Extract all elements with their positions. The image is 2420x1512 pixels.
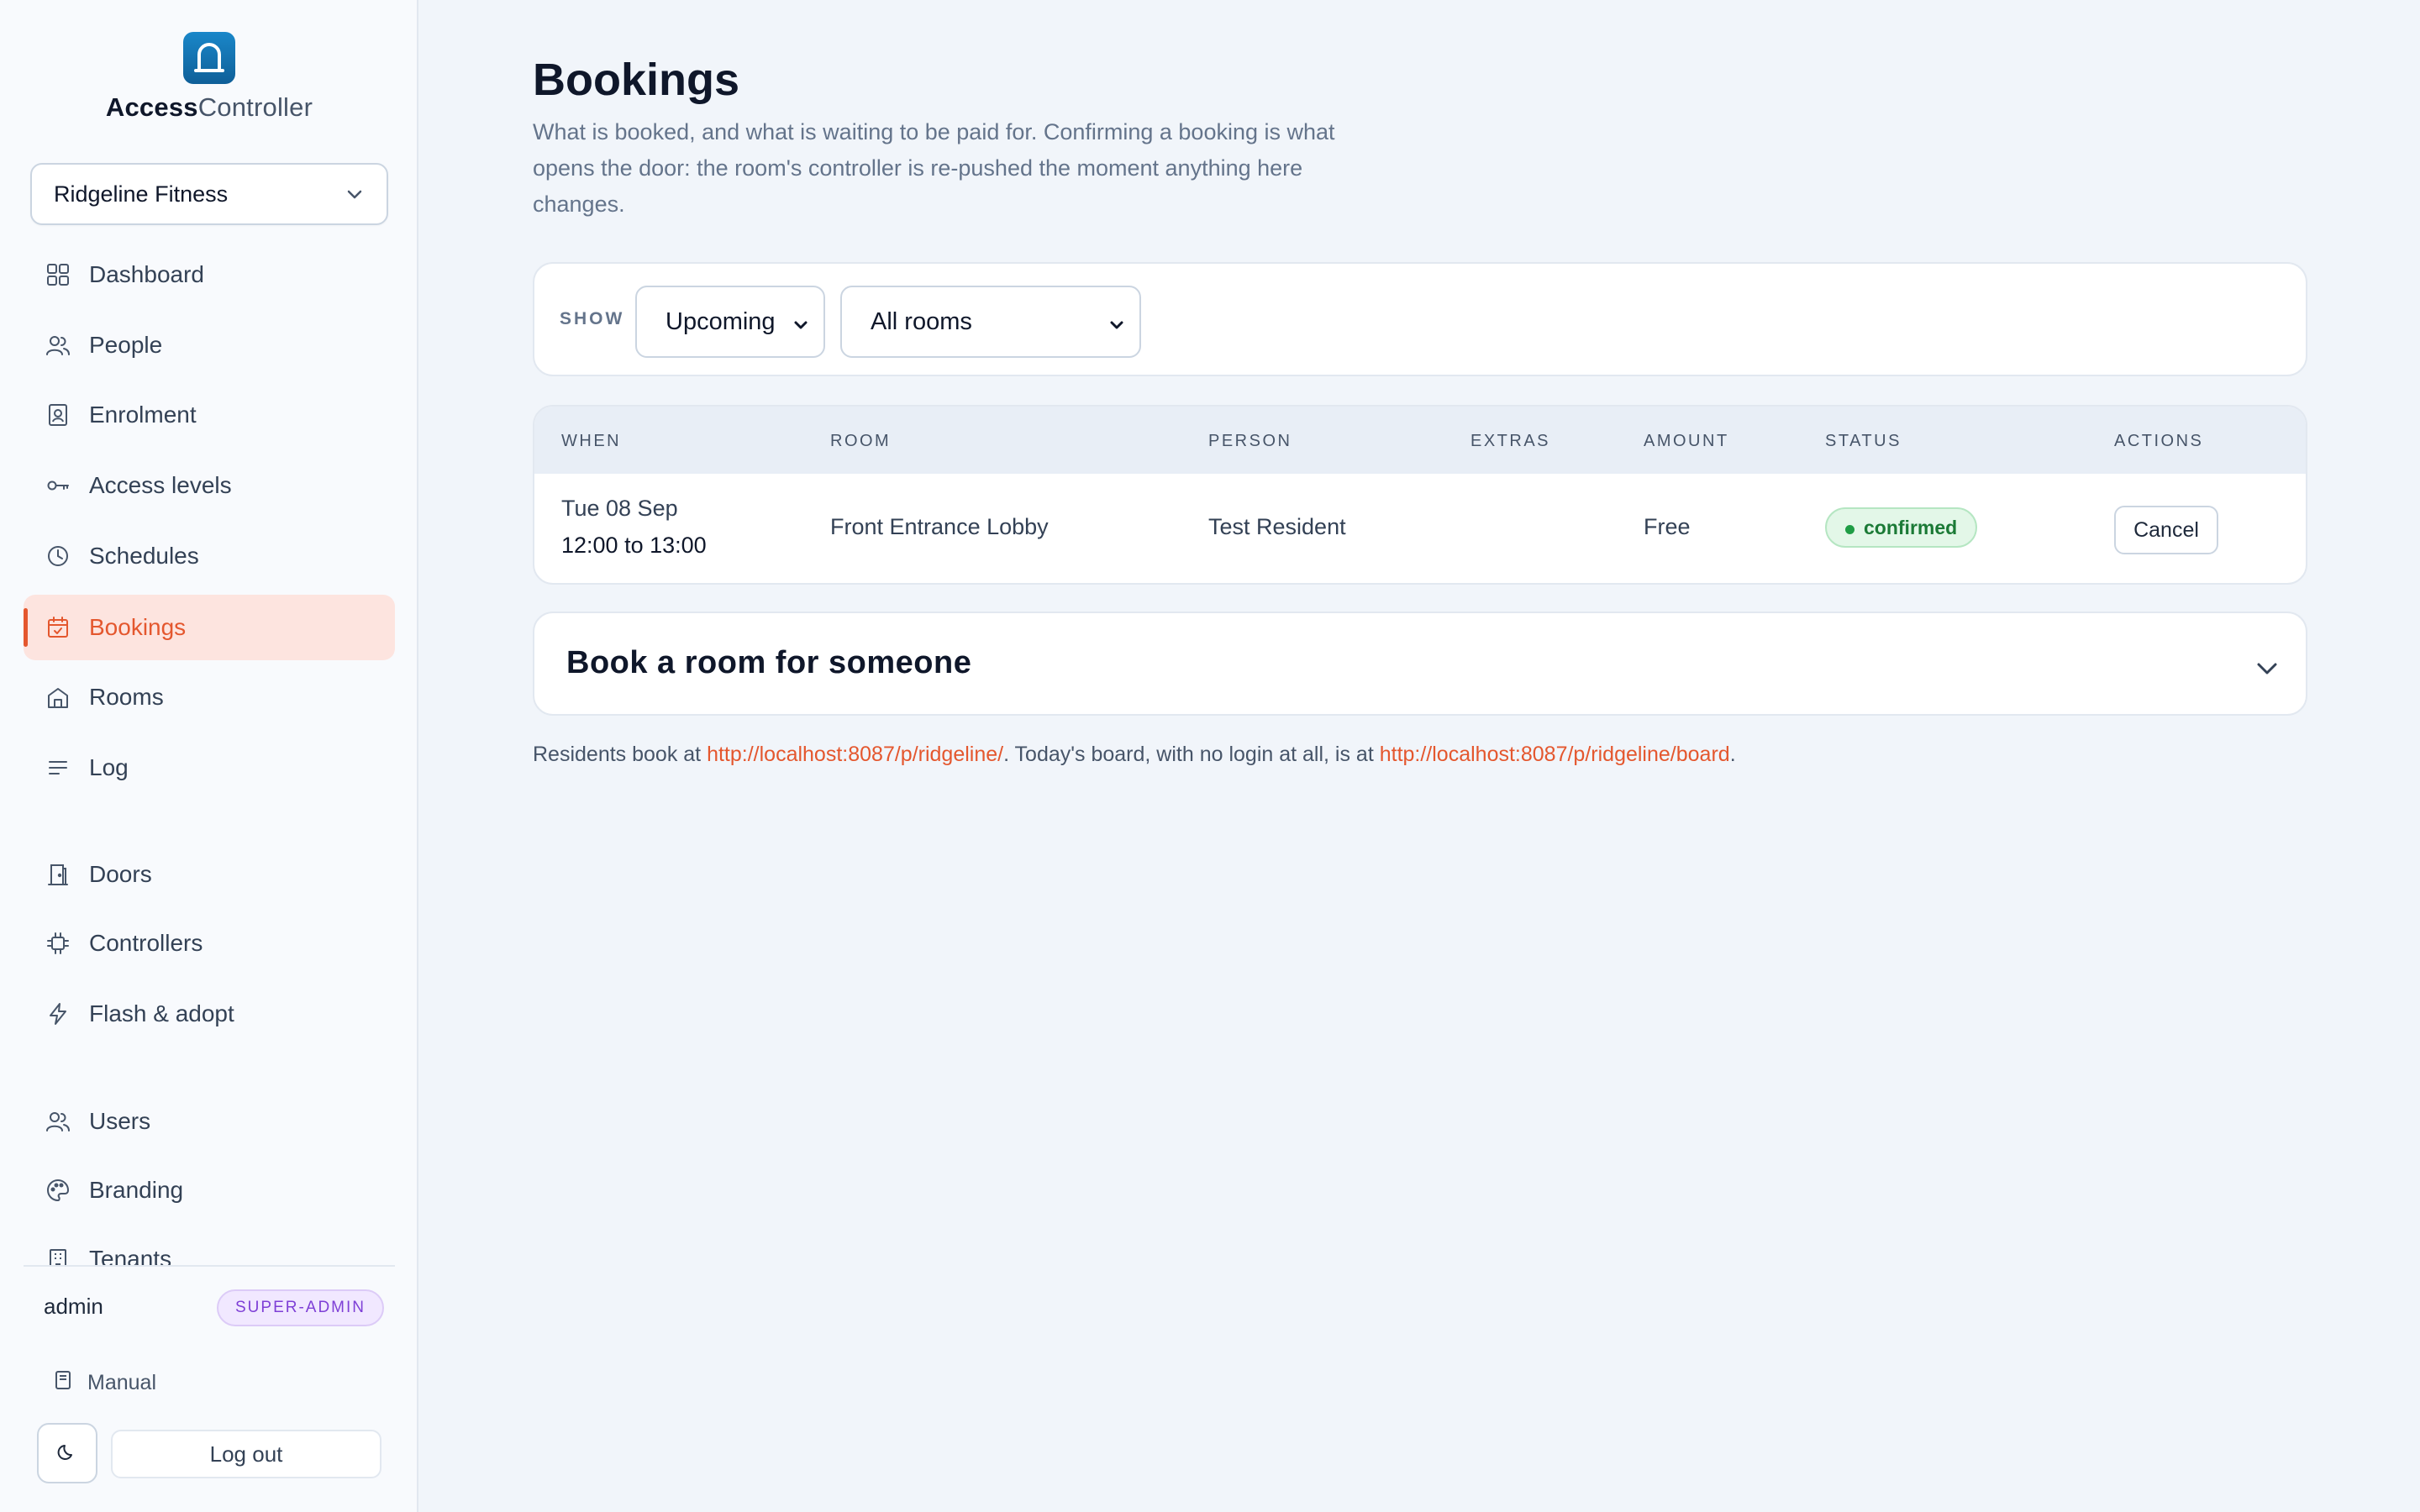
column-header-when: WHEN xyxy=(561,432,622,450)
sidebar-item-label: Enrolment xyxy=(89,402,197,428)
sidebar-item-label: People xyxy=(89,332,163,358)
chevron-down-icon xyxy=(792,313,810,341)
logout-button[interactable]: Log out xyxy=(111,1430,381,1478)
sidebar-item-log[interactable]: Log xyxy=(24,735,395,801)
sidebar-item-label: Log xyxy=(89,754,129,780)
period-select[interactable]: Upcoming xyxy=(635,286,825,358)
sidebar-item-label: Doors xyxy=(89,861,152,887)
key-icon xyxy=(44,471,72,500)
booking-time: 12:00 to 13:00 xyxy=(561,533,707,558)
id-card-icon xyxy=(44,401,72,429)
divider xyxy=(24,1265,395,1267)
sidebar-item-flash-adopt[interactable]: Flash & adopt xyxy=(24,981,395,1047)
tenant-select-value: Ridgeline Fitness xyxy=(54,181,229,207)
brand-name: AccessController xyxy=(105,92,313,122)
door-icon xyxy=(44,860,72,889)
user-name: admin xyxy=(44,1294,103,1319)
sidebar-item-label: Bookings xyxy=(89,614,187,640)
moon-icon xyxy=(56,1441,78,1467)
sidebar-item-dashboard[interactable]: Dashboard xyxy=(24,242,395,307)
status-badge: confirmed xyxy=(1825,507,1978,548)
booking-links-note: Residents book at http://localhost:8087/… xyxy=(533,743,1736,766)
period-select-value: Upcoming xyxy=(666,307,776,335)
column-header-room: ROOM xyxy=(830,432,892,450)
column-header-status: STATUS xyxy=(1825,432,1902,450)
booking-room: Front Entrance Lobby xyxy=(830,514,1049,539)
sidebar-item-label: Access levels xyxy=(89,472,232,498)
sidebar-item-label: Users xyxy=(89,1108,151,1134)
sidebar-item-rooms[interactable]: Rooms xyxy=(24,664,395,730)
filter-label: SHOW xyxy=(560,309,625,328)
calendar-icon xyxy=(44,613,72,642)
column-header-amount: AMOUNT xyxy=(1644,432,1729,450)
clock-icon xyxy=(44,542,72,570)
sidebar-item-schedules[interactable]: Schedules xyxy=(24,523,395,589)
sidebar-item-doors[interactable]: Doors xyxy=(24,842,395,907)
sidebar-item-bookings[interactable]: Bookings xyxy=(24,595,395,660)
book-room-title: Book a room for someone xyxy=(566,645,972,680)
chevron-down-icon[interactable] xyxy=(2252,654,2282,688)
chevron-down-icon xyxy=(1107,313,1126,341)
bolt-icon xyxy=(44,1000,72,1028)
users-icon xyxy=(44,1107,72,1136)
sidebar-item-label: Branding xyxy=(89,1177,184,1203)
board-link[interactable]: http://localhost:8087/p/ridgeline/board xyxy=(1380,743,1730,766)
column-header-actions: ACTIONS xyxy=(2114,432,2204,450)
grid-icon xyxy=(44,260,72,289)
list-icon xyxy=(44,753,72,782)
booking-amount: Free xyxy=(1644,514,1691,539)
column-header-extras: EXTRAS xyxy=(1470,432,1551,450)
room-select-value: All rooms xyxy=(871,307,972,335)
booking-date: Tue 08 Sep xyxy=(561,496,678,521)
tenant-select[interactable]: Ridgeline Fitness xyxy=(30,163,388,225)
room-icon xyxy=(44,683,72,711)
chevron-down-icon xyxy=(343,183,366,213)
sidebar: AccessController Ridgeline Fitness Dashb… xyxy=(0,0,418,1512)
sidebar-item-people[interactable]: People xyxy=(24,312,395,378)
theme-toggle-button[interactable] xyxy=(37,1423,97,1483)
sidebar-item-controllers[interactable]: Controllers xyxy=(24,911,395,976)
resident-booking-link[interactable]: http://localhost:8087/p/ridgeline/ xyxy=(707,743,1003,766)
column-header-person: PERSON xyxy=(1208,432,1292,450)
role-badge: SUPER-ADMIN xyxy=(217,1289,385,1326)
bookings-table: WHEN ROOM PERSON EXTRAS AMOUNT STATUS AC… xyxy=(533,405,2307,585)
book-room-section[interactable]: Book a room for someone xyxy=(533,612,2307,716)
sidebar-item-label: Dashboard xyxy=(89,261,204,287)
room-select[interactable]: All rooms xyxy=(840,286,1141,358)
sidebar-item-label: Flash & adopt xyxy=(89,1000,234,1026)
sidebar-item-label: Controllers xyxy=(89,930,203,956)
page-title: Bookings xyxy=(533,55,740,105)
sidebar-item-access-levels[interactable]: Access levels xyxy=(24,453,395,518)
manual-link[interactable]: Manual xyxy=(52,1369,156,1397)
palette-icon xyxy=(44,1176,72,1205)
sidebar-item-label: Schedules xyxy=(89,543,199,569)
door-logo-icon xyxy=(183,32,235,84)
page-description: What is booked, and what is waiting to b… xyxy=(533,119,1335,217)
booking-person: Test Resident xyxy=(1208,514,1346,539)
book-icon xyxy=(52,1369,74,1397)
chip-icon xyxy=(44,929,72,958)
manual-label: Manual xyxy=(87,1371,156,1394)
cancel-booking-button[interactable]: Cancel xyxy=(2114,506,2218,554)
sidebar-item-branding[interactable]: Branding xyxy=(24,1158,395,1223)
sidebar-item-enrolment[interactable]: Enrolment xyxy=(24,382,395,448)
sidebar-item-users[interactable]: Users xyxy=(24,1089,395,1154)
people-icon xyxy=(44,331,72,360)
table-header: WHEN ROOM PERSON EXTRAS AMOUNT STATUS AC… xyxy=(534,407,2306,474)
brand-logo: AccessController xyxy=(0,32,418,123)
filter-bar: SHOW Upcoming All rooms xyxy=(533,262,2307,376)
sidebar-item-label: Rooms xyxy=(89,684,164,710)
